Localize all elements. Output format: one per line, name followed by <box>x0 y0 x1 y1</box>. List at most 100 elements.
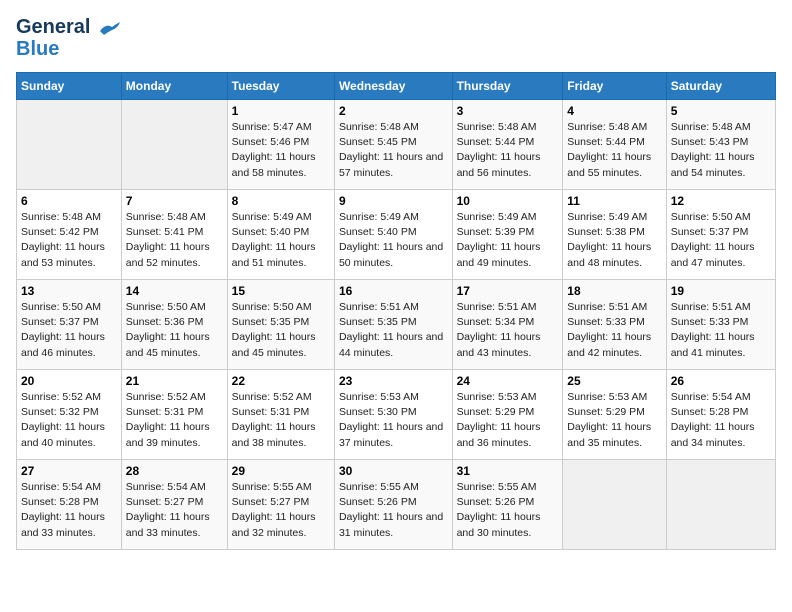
day-info: Sunrise: 5:55 AM Sunset: 5:27 PM Dayligh… <box>232 480 330 541</box>
weekday-header-row: SundayMondayTuesdayWednesdayThursdayFrid… <box>17 73 776 100</box>
day-number: 22 <box>232 374 330 388</box>
calendar-week-row: 27 Sunrise: 5:54 AM Sunset: 5:28 PM Dayli… <box>17 460 776 550</box>
calendar-cell: 3 Sunrise: 5:48 AM Sunset: 5:44 PM Daylig… <box>452 100 563 190</box>
day-info: Sunrise: 5:51 AM Sunset: 5:34 PM Dayligh… <box>457 300 559 361</box>
day-number: 29 <box>232 464 330 478</box>
logo-bird-icon <box>98 21 120 35</box>
calendar-cell: 17 Sunrise: 5:51 AM Sunset: 5:34 PM Dayli… <box>452 280 563 370</box>
calendar-cell: 23 Sunrise: 5:53 AM Sunset: 5:30 PM Dayli… <box>334 370 452 460</box>
calendar-cell: 10 Sunrise: 5:49 AM Sunset: 5:39 PM Dayli… <box>452 190 563 280</box>
day-info: Sunrise: 5:54 AM Sunset: 5:27 PM Dayligh… <box>126 480 223 541</box>
calendar-cell: 2 Sunrise: 5:48 AM Sunset: 5:45 PM Daylig… <box>334 100 452 190</box>
day-info: Sunrise: 5:49 AM Sunset: 5:40 PM Dayligh… <box>232 210 330 271</box>
day-number: 25 <box>567 374 661 388</box>
day-number: 19 <box>671 284 771 298</box>
day-info: Sunrise: 5:49 AM Sunset: 5:39 PM Dayligh… <box>457 210 559 271</box>
calendar-cell: 21 Sunrise: 5:52 AM Sunset: 5:31 PM Dayli… <box>121 370 227 460</box>
day-number: 28 <box>126 464 223 478</box>
weekday-header: Sunday <box>17 73 122 100</box>
day-number: 11 <box>567 194 661 208</box>
logo-blue: Blue <box>16 38 59 60</box>
calendar-table: SundayMondayTuesdayWednesdayThursdayFrid… <box>16 72 776 550</box>
day-number: 7 <box>126 194 223 208</box>
calendar-cell: 25 Sunrise: 5:53 AM Sunset: 5:29 PM Dayli… <box>563 370 666 460</box>
day-info: Sunrise: 5:47 AM Sunset: 5:46 PM Dayligh… <box>232 120 330 181</box>
calendar-cell: 22 Sunrise: 5:52 AM Sunset: 5:31 PM Dayli… <box>227 370 334 460</box>
weekday-header: Tuesday <box>227 73 334 100</box>
day-info: Sunrise: 5:48 AM Sunset: 5:42 PM Dayligh… <box>21 210 117 271</box>
calendar-cell: 11 Sunrise: 5:49 AM Sunset: 5:38 PM Dayli… <box>563 190 666 280</box>
logo-text: General <box>16 16 120 38</box>
day-number: 10 <box>457 194 559 208</box>
calendar-body: 1Sunrise: 5:47 AM Sunset: 5:46 PM Daylig… <box>17 100 776 550</box>
calendar-cell: 5Sunrise: 5:48 AM Sunset: 5:43 PM Daylig… <box>666 100 775 190</box>
day-info: Sunrise: 5:53 AM Sunset: 5:30 PM Dayligh… <box>339 390 448 451</box>
day-info: Sunrise: 5:48 AM Sunset: 5:44 PM Dayligh… <box>567 120 661 181</box>
day-number: 20 <box>21 374 117 388</box>
day-info: Sunrise: 5:52 AM Sunset: 5:31 PM Dayligh… <box>232 390 330 451</box>
calendar-cell <box>563 460 666 550</box>
calendar-week-row: 20 Sunrise: 5:52 AM Sunset: 5:32 PM Dayli… <box>17 370 776 460</box>
day-number: 27 <box>21 464 117 478</box>
day-number: 17 <box>457 284 559 298</box>
day-info: Sunrise: 5:50 AM Sunset: 5:37 PM Dayligh… <box>671 210 771 271</box>
calendar-cell: 30Sunrise: 5:55 AM Sunset: 5:26 PM Dayli… <box>334 460 452 550</box>
calendar-cell: 8 Sunrise: 5:49 AM Sunset: 5:40 PM Daylig… <box>227 190 334 280</box>
calendar-header: SundayMondayTuesdayWednesdayThursdayFrid… <box>17 73 776 100</box>
weekday-header: Saturday <box>666 73 775 100</box>
day-info: Sunrise: 5:51 AM Sunset: 5:33 PM Dayligh… <box>567 300 661 361</box>
calendar-cell: 7 Sunrise: 5:48 AM Sunset: 5:41 PM Daylig… <box>121 190 227 280</box>
calendar-cell: 14Sunrise: 5:50 AM Sunset: 5:36 PM Dayli… <box>121 280 227 370</box>
day-number: 31 <box>457 464 559 478</box>
day-number: 8 <box>232 194 330 208</box>
day-info: Sunrise: 5:50 AM Sunset: 5:37 PM Dayligh… <box>21 300 117 361</box>
calendar-cell <box>17 100 122 190</box>
calendar-week-row: 6Sunrise: 5:48 AM Sunset: 5:42 PM Daylig… <box>17 190 776 280</box>
day-info: Sunrise: 5:50 AM Sunset: 5:35 PM Dayligh… <box>232 300 330 361</box>
day-info: Sunrise: 5:51 AM Sunset: 5:33 PM Dayligh… <box>671 300 771 361</box>
day-number: 2 <box>339 104 448 118</box>
calendar-cell: 9Sunrise: 5:49 AM Sunset: 5:40 PM Daylig… <box>334 190 452 280</box>
calendar-cell: 27 Sunrise: 5:54 AM Sunset: 5:28 PM Dayli… <box>17 460 122 550</box>
day-info: Sunrise: 5:52 AM Sunset: 5:32 PM Dayligh… <box>21 390 117 451</box>
calendar-cell: 4 Sunrise: 5:48 AM Sunset: 5:44 PM Daylig… <box>563 100 666 190</box>
weekday-header: Friday <box>563 73 666 100</box>
page-header: General Blue <box>16 16 776 60</box>
day-number: 21 <box>126 374 223 388</box>
calendar-cell: 15 Sunrise: 5:50 AM Sunset: 5:35 PM Dayli… <box>227 280 334 370</box>
calendar-cell: 28 Sunrise: 5:54 AM Sunset: 5:27 PM Dayli… <box>121 460 227 550</box>
calendar-cell: 19 Sunrise: 5:51 AM Sunset: 5:33 PM Dayli… <box>666 280 775 370</box>
day-info: Sunrise: 5:48 AM Sunset: 5:43 PM Dayligh… <box>671 120 771 181</box>
calendar-cell: 18Sunrise: 5:51 AM Sunset: 5:33 PM Dayli… <box>563 280 666 370</box>
day-info: Sunrise: 5:52 AM Sunset: 5:31 PM Dayligh… <box>126 390 223 451</box>
calendar-cell: 12 Sunrise: 5:50 AM Sunset: 5:37 PM Dayli… <box>666 190 775 280</box>
day-number: 24 <box>457 374 559 388</box>
day-info: Sunrise: 5:51 AM Sunset: 5:35 PM Dayligh… <box>339 300 448 361</box>
day-number: 26 <box>671 374 771 388</box>
calendar-cell: 20 Sunrise: 5:52 AM Sunset: 5:32 PM Dayli… <box>17 370 122 460</box>
day-number: 4 <box>567 104 661 118</box>
logo: General Blue <box>16 16 120 60</box>
calendar-cell: 6Sunrise: 5:48 AM Sunset: 5:42 PM Daylig… <box>17 190 122 280</box>
day-number: 12 <box>671 194 771 208</box>
day-number: 3 <box>457 104 559 118</box>
calendar-cell <box>121 100 227 190</box>
day-info: Sunrise: 5:53 AM Sunset: 5:29 PM Dayligh… <box>567 390 661 451</box>
day-info: Sunrise: 5:49 AM Sunset: 5:38 PM Dayligh… <box>567 210 661 271</box>
day-info: Sunrise: 5:48 AM Sunset: 5:45 PM Dayligh… <box>339 120 448 181</box>
day-info: Sunrise: 5:54 AM Sunset: 5:28 PM Dayligh… <box>21 480 117 541</box>
calendar-cell <box>666 460 775 550</box>
calendar-cell: 1Sunrise: 5:47 AM Sunset: 5:46 PM Daylig… <box>227 100 334 190</box>
day-number: 30 <box>339 464 448 478</box>
day-number: 23 <box>339 374 448 388</box>
calendar-week-row: 13Sunrise: 5:50 AM Sunset: 5:37 PM Dayli… <box>17 280 776 370</box>
calendar-week-row: 1Sunrise: 5:47 AM Sunset: 5:46 PM Daylig… <box>17 100 776 190</box>
day-info: Sunrise: 5:54 AM Sunset: 5:28 PM Dayligh… <box>671 390 771 451</box>
day-info: Sunrise: 5:48 AM Sunset: 5:44 PM Dayligh… <box>457 120 559 181</box>
day-info: Sunrise: 5:50 AM Sunset: 5:36 PM Dayligh… <box>126 300 223 361</box>
day-info: Sunrise: 5:48 AM Sunset: 5:41 PM Dayligh… <box>126 210 223 271</box>
day-info: Sunrise: 5:53 AM Sunset: 5:29 PM Dayligh… <box>457 390 559 451</box>
calendar-cell: 24 Sunrise: 5:53 AM Sunset: 5:29 PM Dayli… <box>452 370 563 460</box>
weekday-header: Monday <box>121 73 227 100</box>
day-number: 15 <box>232 284 330 298</box>
